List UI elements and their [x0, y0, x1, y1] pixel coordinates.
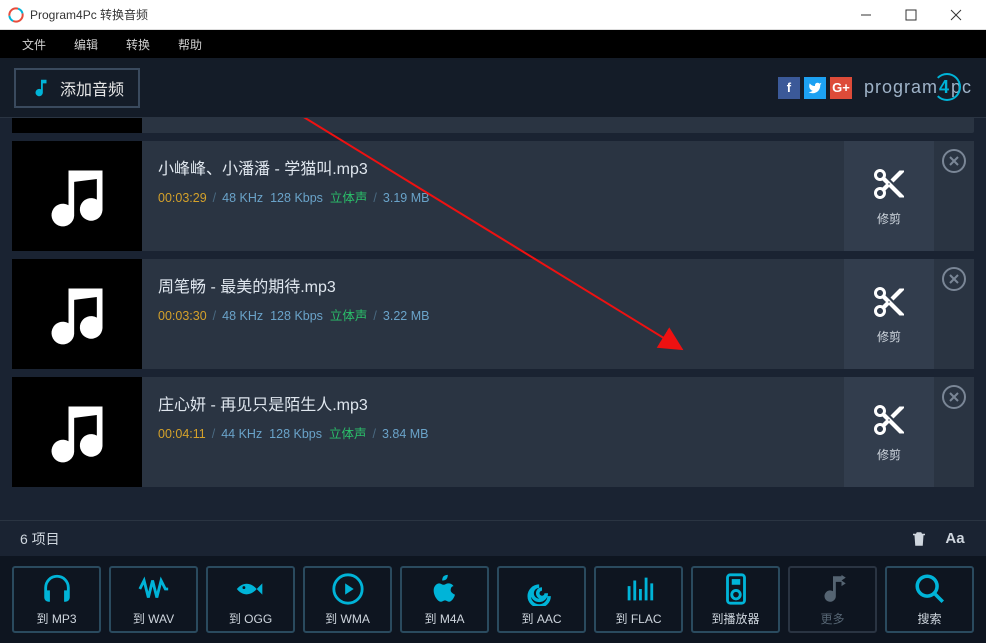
music-note-icon — [43, 280, 111, 348]
track-list: 小峰峰、小潘潘 - 学猫叫.mp3 00:03:29/48 KHz 128 Kb… — [0, 118, 986, 520]
track-thumbnail — [12, 377, 142, 487]
format-m4a-button[interactable]: 到 M4A — [400, 566, 489, 633]
format-wma-button[interactable]: 到 WMA — [303, 566, 392, 633]
format-ogg-button[interactable]: 到 OGG — [206, 566, 295, 633]
remove-track-button[interactable] — [934, 259, 974, 369]
menu-file[interactable]: 文件 — [8, 36, 60, 53]
menu-convert[interactable]: 转换 — [112, 36, 164, 53]
trim-label: 修剪 — [877, 328, 901, 345]
track-thumbnail — [12, 141, 142, 251]
trim-button[interactable]: 修剪 — [844, 141, 934, 251]
music-note-icon — [43, 398, 111, 466]
music-note-icon — [43, 162, 111, 230]
menu-help[interactable]: 帮助 — [164, 36, 216, 53]
track-title: 小峰峰、小潘潘 - 学猫叫.mp3 — [158, 155, 828, 179]
close-icon — [948, 391, 960, 403]
track-info: 小峰峰、小潘潘 - 学猫叫.mp3 00:03:29/48 KHz 128 Kb… — [142, 141, 844, 251]
spiral-icon — [525, 572, 559, 606]
apple-icon — [428, 572, 462, 606]
window-titlebar: Program4Pc 转换音频 — [0, 0, 986, 30]
app-icon — [8, 7, 24, 23]
trim-label: 修剪 — [877, 210, 901, 227]
device-icon — [719, 572, 753, 606]
brand-logo: program4pc — [864, 77, 972, 98]
window-close-button[interactable] — [933, 0, 978, 30]
track-info: 周笔畅 - 最美的期待.mp3 00:03:30/48 KHz 128 Kbps… — [142, 259, 844, 369]
scissors-icon — [871, 402, 907, 438]
equalizer-icon — [622, 572, 656, 606]
format-more-button[interactable]: 更多 — [788, 566, 877, 633]
music-note-icon — [30, 77, 52, 99]
window-maximize-button[interactable] — [888, 0, 933, 30]
trim-label: 修剪 — [877, 446, 901, 463]
add-audio-label: 添加音频 — [60, 76, 124, 100]
add-audio-button[interactable]: 添加音频 — [14, 68, 140, 108]
track-row[interactable]: 周笔畅 - 最美的期待.mp3 00:03:30/48 KHz 128 Kbps… — [12, 259, 974, 369]
wave-icon — [137, 572, 171, 606]
track-thumbnail — [12, 259, 142, 369]
menu-edit[interactable]: 编辑 — [60, 36, 112, 53]
trim-button[interactable]: 修剪 — [844, 259, 934, 369]
track-info: 庄心妍 - 再见只是陌生人.mp3 00:04:11/44 KHz 128 Kb… — [142, 377, 844, 487]
track-meta: 00:03:29/48 KHz 128 Kbps 立体声/3.19 MB — [158, 187, 828, 206]
googleplus-icon[interactable]: G+ — [830, 77, 852, 99]
twitter-icon[interactable] — [804, 77, 826, 99]
track-meta: 00:03:30/48 KHz 128 Kbps 立体声/3.22 MB — [158, 305, 828, 324]
fish-icon — [234, 572, 268, 606]
track-title: 庄心妍 - 再见只是陌生人.mp3 — [158, 391, 828, 415]
social-icons: f G+ — [778, 77, 852, 99]
header-row: 添加音频 f G+ program4pc — [0, 58, 986, 118]
track-row[interactable]: 小峰峰、小潘潘 - 学猫叫.mp3 00:03:29/48 KHz 128 Kb… — [12, 141, 974, 251]
track-row[interactable]: 庄心妍 - 再见只是陌生人.mp3 00:04:11/44 KHz 128 Kb… — [12, 377, 974, 487]
format-player-button[interactable]: 到播放器 — [691, 566, 780, 633]
font-size-button[interactable]: Aa — [944, 528, 966, 550]
remove-track-button[interactable] — [934, 141, 974, 251]
scissors-icon — [871, 284, 907, 320]
search-icon — [913, 572, 947, 606]
item-count: 6 项目 — [20, 529, 60, 549]
remove-track-button[interactable] — [934, 377, 974, 487]
format-search-button[interactable]: 搜索 — [885, 566, 974, 633]
close-icon — [948, 273, 960, 285]
scissors-icon — [871, 166, 907, 202]
format-aac-button[interactable]: 到 AAC — [497, 566, 586, 633]
window-title: Program4Pc 转换音频 — [30, 6, 843, 23]
track-title: 周笔畅 - 最美的期待.mp3 — [158, 273, 828, 297]
close-icon — [948, 155, 960, 167]
status-bar: 6 项目 Aa — [0, 520, 986, 556]
format-wav-button[interactable]: 到 WAV — [109, 566, 198, 633]
music-more-icon — [816, 572, 850, 606]
format-flac-button[interactable]: 到 FLAC — [594, 566, 683, 633]
track-meta: 00:04:11/44 KHz 128 Kbps 立体声/3.84 MB — [158, 423, 828, 442]
headphones-icon — [40, 572, 74, 606]
track-row-partial — [12, 118, 974, 133]
format-mp3-button[interactable]: 到 MP3 — [12, 566, 101, 633]
window-minimize-button[interactable] — [843, 0, 888, 30]
trim-button[interactable]: 修剪 — [844, 377, 934, 487]
delete-button[interactable] — [908, 528, 930, 550]
format-bar: 到 MP3 到 WAV 到 OGG 到 WMA 到 M4A 到 AAC 到 FL… — [0, 556, 986, 643]
play-circle-icon — [331, 572, 365, 606]
menubar: 文件 编辑 转换 帮助 — [0, 30, 986, 58]
trash-icon — [910, 530, 928, 548]
facebook-icon[interactable]: f — [778, 77, 800, 99]
